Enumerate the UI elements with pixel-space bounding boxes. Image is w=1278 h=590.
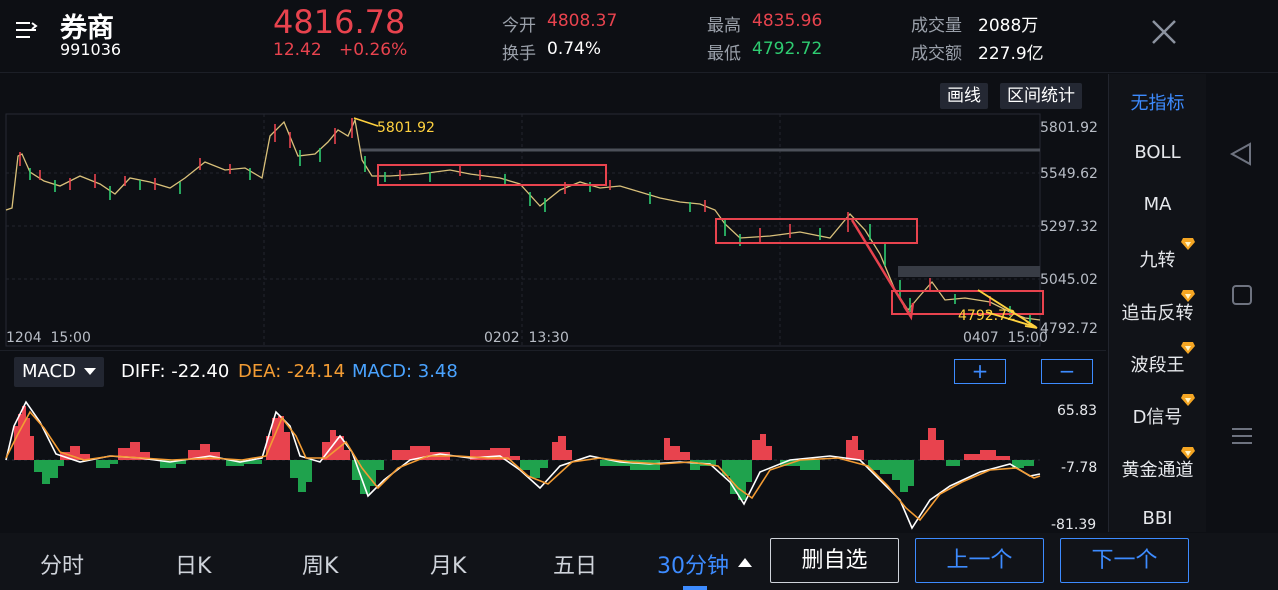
stock-header: 券商 991036 4816.78 12.42 +0.26% 今开 4808.3…: [0, 0, 1278, 73]
open-label: 今开: [502, 16, 536, 36]
tab-month-k[interactable]: 月K: [430, 548, 466, 580]
open-value: 4808.37: [547, 11, 618, 31]
close-icon[interactable]: [1150, 18, 1178, 46]
back-triangle-icon[interactable]: [1229, 142, 1253, 166]
macd-chart[interactable]: 65.83 -7.78 -81.39: [0, 396, 1106, 532]
indicator-panel: 无指标 BOLL MA 九转 追击反转 波段王 D信号 黄金通道 BBI: [1108, 74, 1206, 532]
tab-fenshi[interactable]: 分时: [40, 548, 84, 580]
caret-up-icon[interactable]: [738, 558, 752, 567]
price-axis-label: 5549.62: [1040, 166, 1098, 182]
prev-stock-button[interactable]: 上一个: [915, 538, 1044, 583]
active-tab-indicator: [683, 586, 707, 590]
price-axis-label: 4792.72: [1040, 321, 1098, 337]
volume-value: 2088万: [978, 16, 1039, 36]
high-value: 4835.96: [752, 11, 823, 31]
price-axis-label: 5045.02: [1040, 272, 1098, 288]
time-axis-label: 0202 13:30: [484, 330, 569, 346]
high-marker: 5801.92: [377, 120, 435, 136]
gem-icon: [1181, 447, 1195, 459]
tab-five-day[interactable]: 五日: [553, 548, 597, 580]
zoom-in-button[interactable]: +: [954, 359, 1006, 384]
diff-value: DIFF: -22.40: [121, 361, 230, 382]
amount-label: 成交额: [911, 44, 962, 64]
macd-value: MACD: 3.48: [352, 361, 458, 382]
time-axis-label: 0407 15:00: [963, 330, 1048, 346]
macd-selector-label: MACD: [22, 361, 76, 382]
macd-selector[interactable]: MACD: [14, 357, 104, 387]
turnover-value: 0.74%: [547, 39, 602, 59]
price-change: 12.42: [273, 40, 322, 60]
gem-icon: [1181, 394, 1195, 406]
stock-code: 991036: [60, 40, 122, 59]
zoom-out-button[interactable]: −: [1041, 359, 1093, 384]
square-icon[interactable]: [1232, 285, 1252, 305]
macd-axis-label: -7.78: [1061, 460, 1097, 476]
indicator-gold-channel[interactable]: 黄金通道: [1109, 456, 1206, 482]
menu-icon[interactable]: [14, 20, 38, 40]
kline-chart[interactable]: 5801.92 4792.72 5801.92 5549.62 5297.32 …: [0, 74, 1106, 349]
indicator-boduanwang[interactable]: 波段王: [1109, 351, 1206, 377]
caret-down-icon: [84, 368, 96, 375]
amount-value: 227.9亿: [978, 44, 1044, 64]
macd-axis-label: 65.83: [1057, 403, 1097, 419]
macd-axis-label: -81.39: [1051, 517, 1096, 532]
indicator-bbi[interactable]: BBI: [1109, 508, 1206, 529]
low-label: 最低: [707, 44, 741, 64]
high-label: 最高: [707, 16, 741, 36]
tab-week-k[interactable]: 周K: [302, 548, 338, 580]
price-change-pct: +0.26%: [339, 40, 408, 60]
gem-icon: [1181, 238, 1195, 250]
dea-value: DEA: -24.14: [238, 361, 346, 382]
turnover-label: 换手: [502, 44, 536, 64]
gem-icon: [1181, 342, 1195, 354]
indicator-d-signal[interactable]: D信号: [1109, 403, 1206, 429]
price-axis-label: 5297.32: [1040, 219, 1098, 235]
indicator-zhuiji[interactable]: 追击反转: [1109, 299, 1206, 325]
tab-30min[interactable]: 30分钟: [657, 548, 729, 580]
low-value: 4792.72: [752, 39, 823, 59]
current-price: 4816.78: [273, 3, 406, 41]
price-axis-label: 5801.92: [1040, 120, 1098, 136]
indicator-ma[interactable]: MA: [1109, 194, 1206, 215]
gem-icon: [1181, 290, 1195, 302]
indicator-boll[interactable]: BOLL: [1109, 142, 1206, 163]
delete-watchlist-button[interactable]: 删自选: [770, 538, 899, 583]
next-stock-button[interactable]: 下一个: [1060, 538, 1189, 583]
tab-day-k[interactable]: 日K: [175, 548, 211, 580]
hamburger-icon[interactable]: [1232, 426, 1252, 446]
volume-label: 成交量: [911, 16, 962, 36]
draw-line-button[interactable]: 画线: [940, 83, 988, 109]
time-axis-label: 1204 15:00: [6, 330, 91, 346]
range-stats-button[interactable]: 区间统计: [1000, 83, 1082, 109]
low-marker: 4792.72: [958, 308, 1016, 324]
indicator-none[interactable]: 无指标: [1109, 89, 1206, 115]
